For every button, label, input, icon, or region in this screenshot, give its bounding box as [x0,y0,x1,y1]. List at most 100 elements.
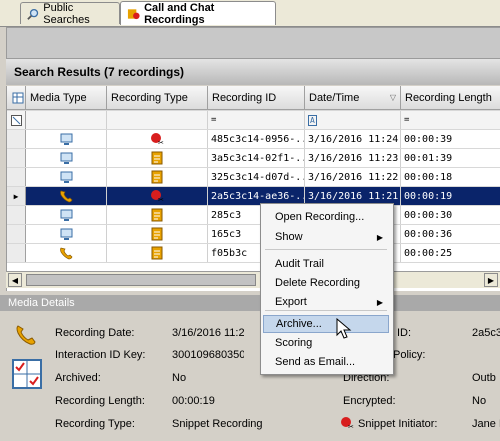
svg-text:✂: ✂ [158,139,164,146]
filter-recording-length[interactable]: = [401,111,500,129]
filter-date-icon: A [308,114,317,126]
tab-label: Call and Chat Recordings [144,1,215,26]
recording-type-value: Snippet Recording [172,418,263,430]
recording-type-label: Recording Type: [55,418,135,430]
screen-recording-icon [60,152,72,164]
recording-type-cell [107,149,208,167]
column-header-label: Date/Time [309,91,360,104]
menu-item-export[interactable]: Export ▶ [263,293,389,311]
media-details-header: Media Details [0,295,500,311]
context-menu: Open Recording... Show ▶ Audit Trail Delete … [260,203,394,375]
table-row[interactable]: 285c3 00:00:30 [7,206,500,225]
phone-icon [16,325,36,345]
table-row[interactable]: 165c3 00:00:36 [7,225,500,244]
row-selector[interactable] [7,130,26,148]
recording-length-cell: 00:00:18 [401,168,500,186]
recording-id-cell: 325c3c14-d07d-... [208,168,305,186]
row-selector[interactable] [7,244,26,262]
table-row[interactable]: ▶✂2a5c3c14-ae36-...3/16/2016 11:21...00:… [7,187,500,206]
menu-item-audit-trail[interactable]: Audit Trail [263,255,389,273]
scroll-left-arrow[interactable]: ◀ [8,273,22,287]
svg-text:✂: ✂ [348,423,354,430]
table-row[interactable]: ✂ 485c3c14-0956-...3/16/2016 11:24...00:0… [7,130,500,149]
menu-item-scoring[interactable]: Scoring [263,334,389,352]
clear-filter-icon[interactable] [7,111,26,129]
tab-label: Public Searches [43,1,90,26]
recording-type-cell [107,225,208,243]
menu-item-delete-recording[interactable]: Delete Recording [263,274,389,292]
scroll-thumb[interactable] [26,274,256,286]
filter-date-time[interactable]: A [305,111,401,129]
table-row[interactable]: 3a5c3c14-02f1-...3/16/2016 11:23...00:01… [7,149,500,168]
document-recording-icon [151,151,163,165]
tab-public-searches[interactable]: Public Searches [20,1,120,26]
archived-label: Archived: [55,372,101,384]
screen-recording-icon [60,133,72,145]
encrypted-label: Encrypted: [343,395,396,407]
filter-recording-type[interactable] [107,111,208,129]
recording-length-cell: 00:01:39 [401,149,500,167]
column-chooser-icon[interactable] [7,86,26,110]
recording-length-cell: 00:00:30 [401,206,500,224]
media-type-cell [26,130,107,148]
row-selector[interactable] [7,149,26,167]
column-header-media-type[interactable]: Media Type [26,86,107,110]
recording-length-cell: 00:00:36 [401,225,500,243]
menu-item-label: Scoring [275,337,313,349]
screen-recording-icon [60,228,72,240]
date-time-cell: 3/16/2016 11:22... [305,168,401,186]
menu-item-label: Archive... [276,318,322,330]
snippet-icon: ✂ [151,133,164,146]
interaction-key-label: Interaction ID Key: [55,349,146,361]
table-row[interactable]: 325c3c14-d07d-...3/16/2016 11:22...00:00… [7,168,500,187]
menu-item-open-recording[interactable]: Open Recording... [263,208,389,226]
recordings-icon [127,8,140,19]
archived-value: No [172,372,187,384]
row-selector[interactable]: ▶ [7,187,26,205]
row-selector[interactable] [7,206,26,224]
menu-item-send-as-email[interactable]: Send as Email... [263,353,389,371]
menu-item-archive[interactable]: Archive... [263,315,389,333]
tab-call-chat-recordings[interactable]: Call and Chat Recordings [120,1,276,26]
column-header-date-time[interactable]: Date/Time ▽ [305,86,401,110]
menu-item-show[interactable]: Show ▶ [263,228,389,246]
row-selector[interactable] [7,168,26,186]
media-type-cell [26,187,107,205]
filter-equals-icon: = [211,115,217,125]
interaction-key-value: 3001096803501 [172,349,244,361]
media-type-cell [26,149,107,167]
recording-type-cell [107,168,208,186]
document-recording-icon [151,170,163,184]
recording-date-label: Recording Date: [55,327,135,339]
menu-item-label: Open Recording... [275,211,365,223]
recording-length-cell: 00:00:19 [401,187,500,205]
screen-recording-icon [60,209,72,221]
row-selector[interactable] [7,225,26,243]
scroll-right-arrow[interactable]: ▶ [484,273,498,287]
direction-value: Outb [472,372,496,384]
date-time-cell: 3/16/2016 11:24... [305,130,401,148]
date-time-cell: 3/16/2016 11:23... [305,149,401,167]
document-recording-icon [151,246,163,260]
menu-item-label: Export [275,296,307,308]
filter-recording-id[interactable]: = [208,111,305,129]
document-recording-icon [151,208,163,222]
filter-row: = A = [7,111,500,130]
column-header-recording-length[interactable]: Recording Length [401,86,500,110]
recording-length-value: 00:00:19 [172,395,215,407]
column-header-recording-type[interactable]: Recording Type [107,86,208,110]
filter-media-type[interactable] [26,111,107,129]
menu-item-label: Show [275,231,303,243]
screen-recording-icon [60,171,72,183]
table-row[interactable]: f05b3c 00:00:25 [7,244,500,263]
svg-text:✂: ✂ [158,196,164,203]
filter-equals-icon: = [404,115,410,125]
horizontal-scrollbar[interactable]: ◀ ▶ [6,271,500,288]
media-type-cell [26,168,107,186]
document-recording-icon [151,227,163,241]
search-icon [27,8,39,20]
recording-type-cell [107,244,208,262]
id-label: ID: [397,327,412,339]
search-criteria-panel [6,27,500,58]
column-header-recording-id[interactable]: Recording ID [208,86,305,110]
